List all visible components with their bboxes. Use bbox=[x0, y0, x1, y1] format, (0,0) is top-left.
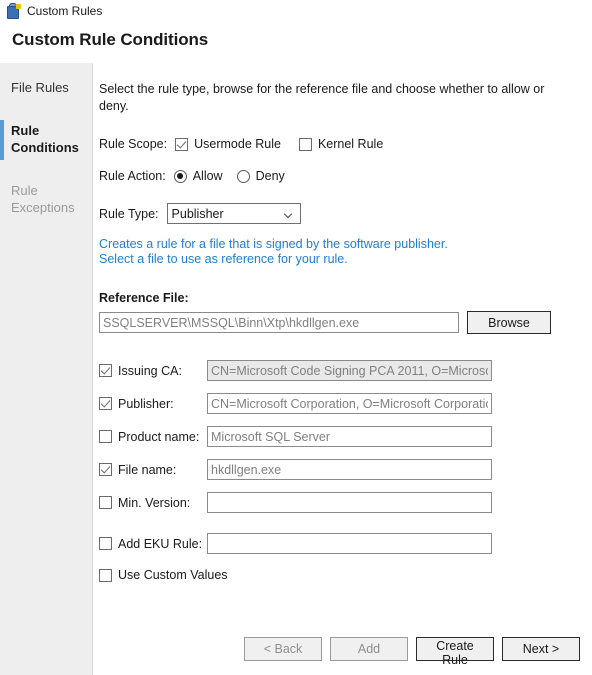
file-name-row: File name: bbox=[99, 459, 580, 480]
file-name-input[interactable] bbox=[207, 459, 492, 480]
wizard-body: File Rules Rule Conditions Rule Exceptio… bbox=[0, 63, 592, 675]
sidebar-item-label: Rule Exceptions bbox=[11, 183, 75, 215]
eku-rule-row: Add EKU Rule: bbox=[99, 533, 580, 554]
sidebar-item-file-rules[interactable]: File Rules bbox=[0, 79, 92, 96]
deny-label: Deny bbox=[255, 169, 285, 183]
back-button[interactable]: < Back bbox=[244, 637, 322, 661]
min-version-row: Min. Version: bbox=[99, 492, 580, 513]
publisher-input[interactable] bbox=[207, 393, 492, 414]
eku-rule-label: Add EKU Rule: bbox=[118, 536, 203, 551]
step-accent-bar bbox=[0, 77, 4, 117]
reference-file-row: Browse bbox=[99, 311, 580, 334]
issuing-ca-input[interactable] bbox=[207, 360, 492, 381]
product-name-checkbox-wrap[interactable]: Product name: bbox=[99, 430, 207, 444]
product-name-label: Product name: bbox=[118, 429, 200, 444]
create-rule-button[interactable]: Create Rule bbox=[416, 637, 494, 667]
step-accent-bar bbox=[0, 120, 4, 160]
wizard-step-sidebar: File Rules Rule Conditions Rule Exceptio… bbox=[0, 63, 93, 675]
allow-label: Allow bbox=[192, 169, 223, 183]
issuing-ca-checkbox-wrap[interactable]: Issuing CA: bbox=[99, 364, 207, 378]
window-titlebar: Custom Rules bbox=[0, 0, 592, 22]
condition-fields: Issuing CA: Publisher: Product name: bbox=[99, 360, 580, 582]
min-version-checkbox[interactable] bbox=[99, 496, 112, 509]
rule-type-select[interactable]: Publisher bbox=[166, 203, 301, 224]
rule-type-selected-value: Publisher bbox=[171, 206, 224, 221]
rule-action-row: Rule Action: Allow Deny bbox=[99, 169, 580, 183]
publisher-checkbox[interactable] bbox=[99, 397, 112, 410]
publisher-row: Publisher: bbox=[99, 393, 580, 414]
use-custom-values-label: Use Custom Values bbox=[118, 568, 228, 582]
rule-type-hint: Creates a rule for a file that is signed… bbox=[99, 237, 580, 267]
step-accent-bar bbox=[0, 180, 4, 220]
file-name-checkbox[interactable] bbox=[99, 463, 112, 476]
file-name-checkbox-wrap[interactable]: File name: bbox=[99, 463, 207, 477]
usermode-rule-label: Usermode Rule bbox=[194, 137, 281, 151]
browse-button[interactable]: Browse bbox=[467, 311, 551, 334]
reference-file-label: Reference File: bbox=[99, 291, 189, 305]
rule-action-label: Rule Action: bbox=[99, 169, 166, 183]
eku-rule-checkbox-wrap[interactable]: Add EKU Rule: bbox=[99, 537, 207, 551]
wizard-content-pane: Select the rule type, browse for the ref… bbox=[93, 63, 592, 675]
product-name-checkbox[interactable] bbox=[99, 430, 112, 443]
eku-rule-checkbox[interactable] bbox=[99, 537, 112, 550]
allow-option[interactable]: Allow bbox=[173, 169, 223, 183]
wizard-button-bar: < Back Add Create Rule Next > bbox=[93, 637, 592, 667]
product-name-row: Product name: bbox=[99, 426, 580, 447]
min-version-checkbox-wrap[interactable]: Min. Version: bbox=[99, 496, 207, 510]
publisher-checkbox-wrap[interactable]: Publisher: bbox=[99, 397, 207, 411]
sidebar-item-label: Rule Conditions bbox=[11, 123, 79, 155]
rule-scope-label: Rule Scope: bbox=[99, 137, 168, 151]
next-button[interactable]: Next > bbox=[502, 637, 580, 661]
min-version-input[interactable] bbox=[207, 492, 492, 513]
publisher-label: Publisher: bbox=[118, 396, 174, 411]
rule-scope-row: Rule Scope: Usermode Rule Kernel Rule bbox=[99, 137, 580, 151]
min-version-label: Min. Version: bbox=[118, 495, 191, 510]
product-name-input[interactable] bbox=[207, 426, 492, 447]
chevron-down-icon[interactable] bbox=[285, 211, 292, 218]
window-title: Custom Rules bbox=[27, 4, 103, 18]
sidebar-item-rule-conditions[interactable]: Rule Conditions bbox=[0, 120, 92, 160]
add-button[interactable]: Add bbox=[330, 637, 408, 661]
use-custom-values-wrap[interactable]: Use Custom Values bbox=[99, 568, 228, 582]
rule-type-hint-line-1: Creates a rule for a file that is signed… bbox=[99, 237, 448, 251]
rule-type-label: Rule Type: bbox=[99, 206, 159, 221]
rule-type-hint-line-2: Select a file to use as reference for yo… bbox=[99, 252, 348, 266]
usermode-rule-option[interactable]: Usermode Rule bbox=[175, 137, 281, 151]
use-custom-values-row: Use Custom Values bbox=[99, 568, 580, 582]
issuing-ca-label: Issuing CA: bbox=[118, 363, 182, 378]
reference-file-input[interactable] bbox=[99, 312, 459, 333]
app-shield-icon bbox=[5, 3, 21, 19]
eku-rule-input[interactable] bbox=[207, 533, 492, 554]
kernel-rule-checkbox[interactable] bbox=[298, 137, 312, 151]
usermode-rule-checkbox[interactable] bbox=[175, 137, 189, 151]
deny-option[interactable]: Deny bbox=[236, 169, 285, 183]
file-name-label: File name: bbox=[118, 462, 177, 477]
rule-type-row: Rule Type: Publisher bbox=[99, 203, 580, 224]
kernel-rule-option[interactable]: Kernel Rule bbox=[298, 137, 384, 151]
sidebar-item-rule-exceptions: Rule Exceptions bbox=[0, 182, 92, 216]
sidebar-item-label: File Rules bbox=[11, 80, 69, 95]
use-custom-values-checkbox[interactable] bbox=[99, 568, 112, 582]
instructions-text: Select the rule type, browse for the ref… bbox=[99, 82, 545, 113]
issuing-ca-row: Issuing CA: bbox=[99, 360, 580, 381]
issuing-ca-checkbox[interactable] bbox=[99, 364, 112, 377]
kernel-rule-label: Kernel Rule bbox=[317, 137, 384, 151]
allow-radio[interactable] bbox=[173, 169, 187, 183]
deny-radio[interactable] bbox=[236, 169, 250, 183]
page-title: Custom Rule Conditions bbox=[12, 30, 209, 49]
